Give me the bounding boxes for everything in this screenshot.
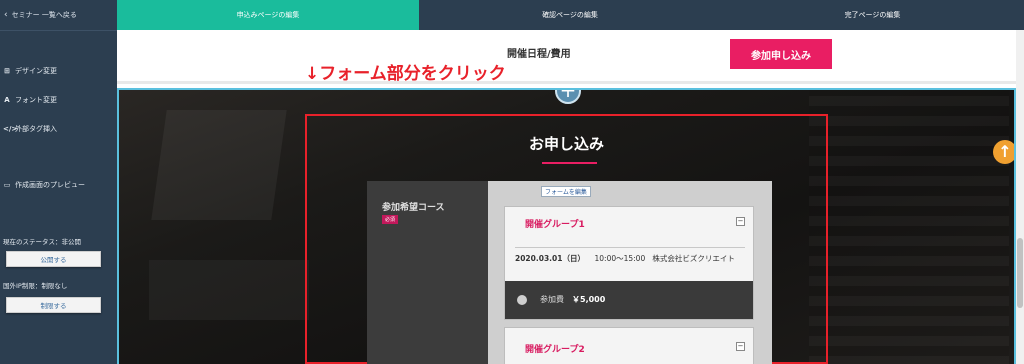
required-badge: 必須: [382, 215, 399, 224]
session-date: 2020.03.01（日）: [515, 254, 585, 263]
scrollbar-thumb[interactable]: [1017, 238, 1023, 308]
publish-button[interactable]: 公開する: [6, 251, 101, 267]
fee-radio[interactable]: [517, 295, 527, 305]
sidebar-item-label: 作成画面のプレビュー: [15, 181, 85, 189]
layout-icon: ⊞: [4, 67, 10, 75]
apply-button[interactable]: 参加申し込み: [730, 39, 832, 69]
status-text: 現在のステータス：非公開: [3, 238, 81, 246]
background-image-detail: [809, 90, 1009, 364]
sidebar-item-label: フォント変更: [15, 96, 57, 104]
session-organizer: 株式会社ビズクリエイト: [652, 254, 735, 263]
sidebar-item-label: デザイン変更: [15, 67, 57, 75]
chevron-left-icon: ‹: [4, 10, 8, 20]
add-section-icon[interactable]: +: [555, 90, 581, 104]
fee-value: ￥5,000: [572, 295, 606, 304]
collapse-icon[interactable]: −: [736, 217, 745, 226]
back-to-seminar-list-link[interactable]: ‹ セミナー 一覧へ戻る: [0, 0, 117, 30]
scroll-top-icon[interactable]: ↑: [993, 140, 1014, 164]
sidebar-item-design[interactable]: ⊞ デザイン変更: [0, 66, 117, 76]
schedule-fee-heading: 開催日程/費用: [507, 49, 571, 60]
collapse-icon[interactable]: −: [736, 342, 745, 351]
application-form[interactable]: 参加希望コース 必須 フォームを編集 開催グループ1 − 2020.03.01（…: [367, 181, 772, 364]
page-tabs: 申込みページの編集 確認ページの編集 完了ページの編集: [117, 0, 1024, 30]
group-title: 開催グループ1: [525, 220, 585, 230]
session-time: 10:00〜15:00: [594, 254, 646, 263]
group-title: 開催グループ2: [525, 345, 585, 355]
form-section[interactable]: お申し込み 参加希望コース 必須 フォームを編集 開催グループ1 − 2020.…: [117, 88, 1016, 364]
ip-restriction-text: 国外IP制限：制限なし: [3, 282, 68, 290]
sidebar-item-font[interactable]: A フォント変更: [0, 95, 117, 105]
code-icon: </>: [3, 125, 18, 133]
form-label-column: 参加希望コース 必須: [367, 181, 488, 364]
vertical-scrollbar[interactable]: [1016, 30, 1024, 364]
sidebar-item-preview[interactable]: ▭ 作成画面のプレビュー: [0, 180, 117, 190]
fee-label: 参加費: [540, 295, 564, 304]
sidebar: ‹ セミナー 一覧へ戻る ⊞ デザイン変更 A フォント変更 </> 外部タグ挿…: [0, 0, 117, 364]
back-label: セミナー 一覧へ戻る: [11, 11, 77, 19]
tab-confirmation-page[interactable]: 確認ページの編集: [419, 0, 721, 30]
course-label: 参加希望コース: [382, 203, 445, 213]
heading-underline: [542, 162, 597, 164]
session-group-panel[interactable]: 開催グループ2 −: [504, 327, 754, 364]
sidebar-item-external-tag[interactable]: </> 外部タグ挿入: [0, 124, 117, 134]
instruction-annotation: ↓フォーム部分をクリック: [305, 64, 506, 84]
fee-option[interactable]: 参加費 ￥5,000: [505, 281, 753, 319]
editor-canvas: 開催日程/費用 参加申し込み お申し込み 参加希望コース 必須 フォームを編集 …: [117, 30, 1016, 364]
edit-form-tag[interactable]: フォームを編集: [541, 186, 591, 197]
tab-application-page[interactable]: 申込みページの編集: [117, 0, 419, 30]
sidebar-item-label: 外部タグ挿入: [15, 125, 57, 133]
monitor-icon: ▭: [3, 181, 11, 189]
tab-completion-page[interactable]: 完了ページの編集: [721, 0, 1024, 30]
session-details: 2020.03.01（日） 10:00〜15:00 株式会社ビズクリエイト: [515, 253, 735, 264]
sidebar-divider: [0, 30, 117, 31]
section-divider: [117, 81, 1016, 84]
divider: [515, 247, 745, 248]
background-image-detail: [149, 260, 309, 320]
fee-text: 参加費 ￥5,000: [540, 294, 605, 305]
form-input-column: フォームを編集 開催グループ1 − 2020.03.01（日） 10:00〜15…: [488, 181, 772, 364]
form-heading: お申し込み: [529, 135, 605, 153]
font-icon: A: [4, 96, 10, 104]
restrict-button[interactable]: 制限する: [6, 297, 101, 313]
background-image-detail: [151, 110, 287, 220]
session-group-panel[interactable]: 開催グループ1 − 2020.03.01（日） 10:00〜15:00 株式会社…: [504, 206, 754, 320]
